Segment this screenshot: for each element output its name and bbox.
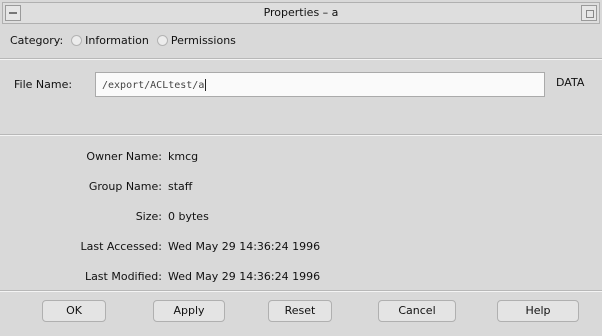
file-name-value: /export/ACLtest/a (102, 80, 205, 91)
category-permissions-label: Permissions (170, 34, 236, 47)
reset-button[interactable]: Reset (268, 300, 332, 322)
file-name-label: File Name: (14, 78, 73, 91)
owner-name-row: Owner Name: kmcg (0, 150, 602, 168)
file-name-input[interactable]: /export/ACLtest/a (95, 72, 545, 97)
text-caret (205, 79, 207, 91)
category-label: Category: (10, 34, 64, 47)
radio-circle-icon (71, 35, 83, 46)
category-information-radio[interactable]: Information (71, 34, 149, 47)
category-information-label: Information (85, 34, 149, 47)
apply-button[interactable]: Apply (153, 300, 225, 322)
last-accessed-row: Last Accessed: Wed May 29 14:36:24 1996 (0, 240, 602, 258)
size-label: Size: (135, 210, 162, 223)
window-titlebar[interactable]: Properties – a (2, 2, 600, 24)
data-type-label: DATA (556, 76, 585, 89)
category-selector: Category: Information Permissions (10, 34, 236, 47)
ok-button[interactable]: OK (42, 300, 106, 322)
last-modified-value: Wed May 29 14:36:24 1996 (168, 270, 321, 283)
last-modified-row: Last Modified: Wed May 29 14:36:24 1996 (0, 270, 602, 288)
size-row: Size: 0 bytes (0, 210, 602, 228)
help-button[interactable]: Help (497, 300, 579, 322)
divider (0, 59, 602, 60)
size-value: 0 bytes (168, 210, 209, 223)
last-modified-label: Last Modified: (84, 270, 162, 283)
divider (0, 291, 602, 292)
divider (0, 135, 602, 136)
last-accessed-value: Wed May 29 14:36:24 1996 (168, 240, 321, 253)
group-name-row: Group Name: staff (0, 180, 602, 198)
cancel-button[interactable]: Cancel (378, 300, 456, 322)
category-permissions-radio[interactable]: Permissions (156, 34, 236, 47)
radio-circle-icon (156, 35, 168, 46)
owner-name-label: Owner Name: (86, 150, 162, 163)
group-name-label: Group Name: (88, 180, 162, 193)
owner-name-value: kmcg (168, 150, 199, 163)
last-accessed-label: Last Accessed: (80, 240, 162, 253)
window-maximize-button[interactable] (581, 5, 597, 21)
group-name-value: staff (168, 180, 193, 193)
window-title: Properties – a (263, 6, 339, 19)
